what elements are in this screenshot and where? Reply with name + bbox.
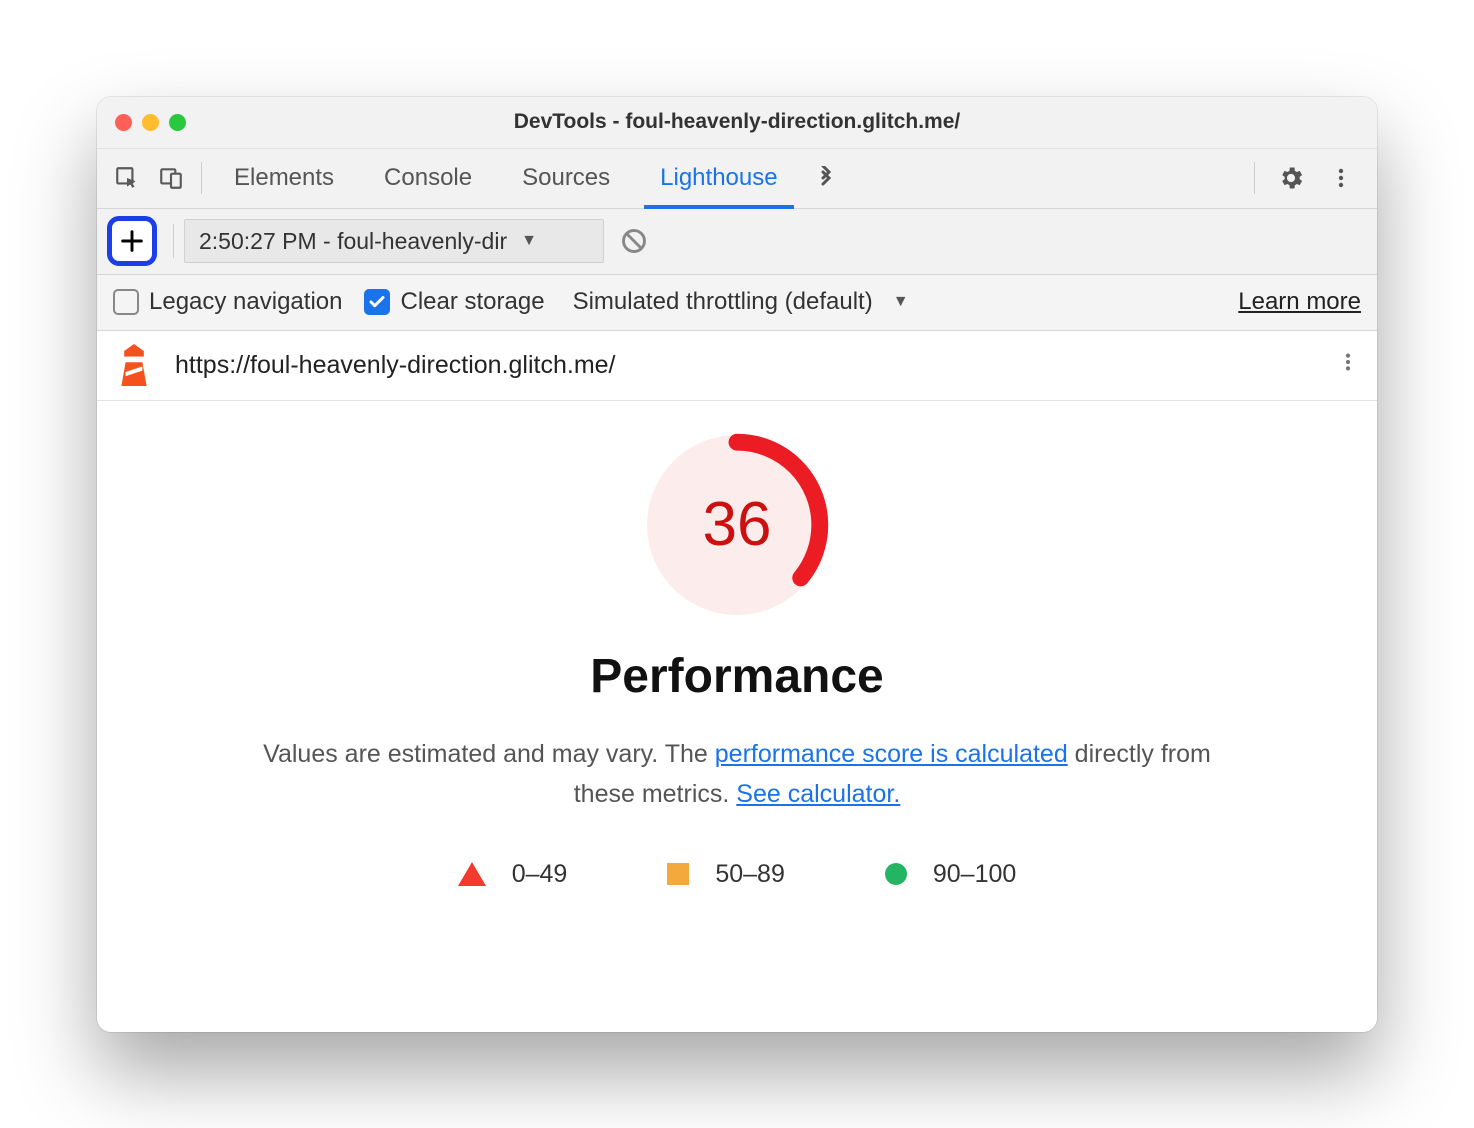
legend-label: 50–89 — [715, 860, 785, 889]
circle-icon — [885, 863, 907, 885]
lighthouse-logo-icon — [115, 344, 153, 386]
lighthouse-toolbar: 2:50:27 PM - foul-heavenly-dir ▼ — [97, 209, 1377, 275]
plus-icon — [118, 227, 146, 255]
gear-icon — [1277, 164, 1305, 192]
clear-reports-button[interactable] — [614, 221, 654, 261]
checkbox-unchecked-icon[interactable] — [113, 289, 139, 315]
devtools-window: DevTools - foul-heavenly-direction.glitc… — [97, 97, 1377, 1032]
close-window-button[interactable] — [115, 114, 132, 131]
window-controls — [115, 114, 186, 131]
report-selector-label: 2:50:27 PM - foul-heavenly-dir — [199, 228, 507, 255]
tab-label: Lighthouse — [660, 164, 777, 192]
option-label: Clear storage — [400, 288, 544, 316]
legacy-navigation-option[interactable]: Legacy navigation — [113, 288, 342, 316]
legend-low: 0–49 — [458, 860, 568, 889]
tab-sources[interactable]: Sources — [506, 149, 626, 208]
triangle-icon — [458, 862, 486, 886]
separator — [201, 162, 202, 194]
lighthouse-options: Legacy navigation Clear storage Simulate… — [97, 275, 1377, 331]
tab-lighthouse[interactable]: Lighthouse — [644, 149, 793, 208]
option-label: Legacy navigation — [149, 288, 342, 316]
tab-label: Sources — [522, 164, 610, 192]
gauge-arc-icon — [645, 433, 829, 617]
tab-elements[interactable]: Elements — [218, 149, 350, 208]
more-tabs-button[interactable] — [804, 156, 848, 200]
report-menu-button[interactable] — [1337, 351, 1359, 380]
chevron-down-icon: ▼ — [893, 293, 909, 311]
panel-tabs: Elements Console Sources Lighthouse — [218, 149, 794, 208]
report-url: https://foul-heavenly-direction.glitch.m… — [175, 351, 616, 380]
legend-high: 90–100 — [885, 860, 1016, 889]
learn-more-link[interactable]: Learn more — [1238, 288, 1361, 316]
report-header: https://foul-heavenly-direction.glitch.m… — [97, 331, 1377, 401]
lighthouse-report: 36 Performance Values are estimated and … — [97, 401, 1377, 1032]
legend-mid: 50–89 — [667, 860, 785, 889]
category-description: Values are estimated and may vary. The p… — [247, 734, 1227, 814]
score-legend: 0–49 50–89 90–100 — [97, 860, 1377, 889]
fullscreen-window-button[interactable] — [169, 114, 186, 131]
window-titlebar: DevTools - foul-heavenly-direction.glitc… — [97, 97, 1377, 149]
inspect-element-button[interactable] — [105, 156, 149, 200]
more-options-button[interactable] — [1319, 156, 1363, 200]
performance-gauge[interactable]: 36 — [647, 435, 827, 615]
chevron-down-icon: ▼ — [521, 232, 537, 250]
calculator-link[interactable]: See calculator. — [736, 780, 900, 808]
throttling-selector[interactable]: Simulated throttling (default) ▼ — [573, 288, 909, 316]
separator — [173, 224, 174, 258]
checkbox-checked-icon[interactable] — [364, 289, 390, 315]
window-title: DevTools - foul-heavenly-direction.glitc… — [97, 110, 1377, 134]
kebab-icon — [1337, 351, 1359, 373]
tab-label: Elements — [234, 164, 334, 192]
minimize-window-button[interactable] — [142, 114, 159, 131]
legend-label: 0–49 — [512, 860, 568, 889]
score-calc-link[interactable]: performance score is calculated — [715, 740, 1068, 768]
devtools-tabstrip: Elements Console Sources Lighthouse — [97, 149, 1377, 209]
tab-label: Console — [384, 164, 472, 192]
square-icon — [667, 863, 689, 885]
tab-console[interactable]: Console — [368, 149, 488, 208]
separator — [1254, 162, 1255, 194]
prohibit-icon — [620, 227, 648, 255]
settings-button[interactable] — [1269, 156, 1313, 200]
category-title: Performance — [97, 649, 1377, 704]
device-toolbar-button[interactable] — [149, 156, 193, 200]
legend-label: 90–100 — [933, 860, 1016, 889]
clear-storage-option[interactable]: Clear storage — [364, 288, 544, 316]
kebab-icon — [1329, 166, 1353, 190]
throttling-label: Simulated throttling (default) — [573, 288, 873, 316]
report-selector[interactable]: 2:50:27 PM - foul-heavenly-dir ▼ — [184, 219, 604, 263]
new-report-button[interactable] — [107, 216, 157, 266]
